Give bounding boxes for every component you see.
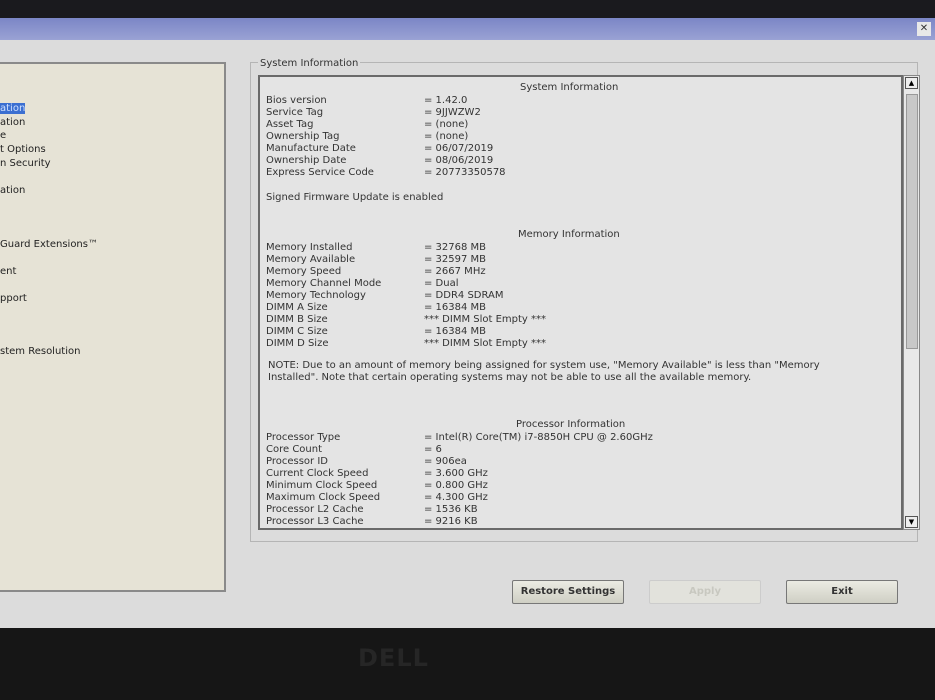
info-label: Maximum Clock Speed [266, 492, 381, 503]
nav-item[interactable]: ation [0, 185, 25, 196]
memory-note: NOTE: Due to an amount of memory being a… [268, 360, 820, 383]
info-value: = Dual [424, 278, 459, 289]
scroll-up-icon[interactable]: ▲ [905, 77, 918, 89]
info-label: Bios version [266, 95, 327, 106]
close-icon[interactable]: ✕ [917, 22, 931, 36]
info-label: Ownership Date [266, 155, 347, 166]
info-value: *** DIMM Slot Empty *** [424, 314, 547, 325]
info-label: Minimum Clock Speed [266, 480, 378, 491]
info-label: Processor Type [266, 432, 341, 443]
info-label: Ownership Tag [266, 131, 340, 142]
bios-screen: ✕ ation ation e t Options n Security ation Gua… [0, 18, 935, 628]
nav-item[interactable]: t Options [0, 144, 46, 155]
info-label: Processor L3 Cache [266, 516, 364, 527]
info-value: = 1.42.0 [424, 95, 468, 106]
monitor-bezel-top [0, 0, 935, 18]
info-label: Asset Tag [266, 119, 314, 130]
info-label: Express Service Code [266, 167, 374, 178]
info-label: Memory Channel Mode [266, 278, 382, 289]
info-label: DIMM B Size [266, 314, 328, 325]
scroll-thumb[interactable] [906, 94, 918, 349]
info-label: Current Clock Speed [266, 468, 369, 479]
info-value: = 6 [424, 444, 442, 455]
info-value: *** DIMM Slot Empty *** [424, 338, 547, 349]
system-information-list: System Information Bios version = 1.42.0 Se… [258, 75, 903, 530]
info-value: = (none) [424, 119, 469, 130]
nav-item[interactable]: ation [0, 117, 25, 128]
scrollbar[interactable]: ▲ ▼ [903, 75, 920, 530]
nav-item[interactable]: pport [0, 293, 27, 304]
exit-button[interactable]: Exit [786, 580, 898, 604]
info-value: = DDR4 SDRAM [424, 290, 504, 301]
info-value: = Intel(R) Core(TM) i7-8850H CPU @ 2.60G… [424, 432, 653, 443]
info-label: Service Tag [266, 107, 324, 118]
dell-logo: DELL [358, 644, 429, 672]
section-heading: Processor Information [516, 419, 626, 430]
info-value: = 906ea [424, 456, 467, 467]
info-label: Memory Speed [266, 266, 342, 277]
nav-item[interactable]: ent [0, 266, 16, 277]
firmware-status: Signed Firmware Update is enabled [266, 192, 444, 203]
info-value: = 1536 KB [424, 504, 478, 515]
info-value: = 08/06/2019 [424, 155, 494, 166]
info-label: Memory Technology [266, 290, 366, 301]
info-label: Processor ID [266, 456, 328, 467]
title-bar: ✕ [0, 18, 935, 40]
nav-item[interactable]: n Security [0, 158, 51, 169]
info-label: Memory Available [266, 254, 356, 265]
info-value: = 16384 MB [424, 326, 487, 337]
info-value: = 32768 MB [424, 242, 487, 253]
info-value: = 20773350578 [424, 167, 506, 178]
info-label: DIMM C Size [266, 326, 328, 337]
info-value: = 3.600 GHz [424, 468, 488, 479]
info-value: = 2667 MHz [424, 266, 486, 277]
nav-item[interactable]: stem Resolution [0, 346, 80, 357]
info-value: = 06/07/2019 [424, 143, 494, 154]
nav-item[interactable]: e [0, 130, 6, 141]
info-value: = 32597 MB [424, 254, 487, 265]
info-value: = 9JJWZW2 [424, 107, 481, 118]
info-label: Core Count [266, 444, 323, 455]
group-label: System Information [258, 58, 361, 69]
apply-button[interactable]: Apply [649, 580, 761, 604]
monitor-bezel-bottom: DELL [0, 628, 935, 700]
restore-settings-button[interactable]: Restore Settings [512, 580, 624, 604]
settings-nav: ation ation e t Options n Security ation Guard… [0, 62, 226, 592]
info-value: = 0.800 GHz [424, 480, 488, 491]
info-label: DIMM D Size [266, 338, 329, 349]
info-value: = 4.300 GHz [424, 492, 488, 503]
nav-item[interactable]: ation [0, 103, 26, 114]
info-value: = 16384 MB [424, 302, 487, 313]
nav-item[interactable]: Guard Extensions™ [0, 239, 98, 250]
info-label: Manufacture Date [266, 143, 356, 154]
info-label: Memory Installed [266, 242, 353, 253]
section-heading: System Information [520, 82, 619, 93]
info-label: Processor L2 Cache [266, 504, 364, 515]
info-value: = 9216 KB [424, 516, 478, 527]
section-heading: Memory Information [518, 229, 620, 240]
info-value: = (none) [424, 131, 469, 142]
info-label: DIMM A Size [266, 302, 328, 313]
scroll-down-icon[interactable]: ▼ [905, 516, 918, 528]
